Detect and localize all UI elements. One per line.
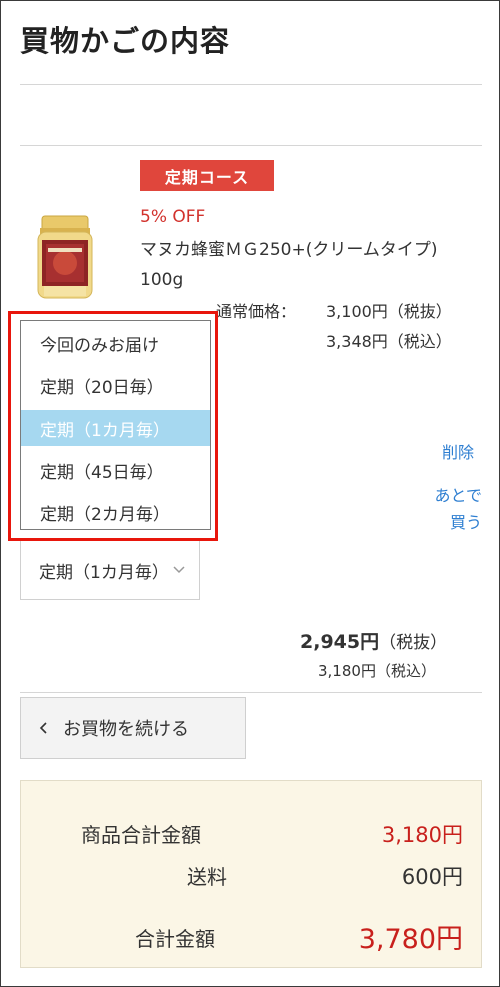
product-image[interactable] — [34, 214, 96, 302]
frequency-select-value: 定期（1カ月毎） — [39, 562, 165, 583]
page-title: 買物かごの内容 — [20, 24, 231, 58]
regular-price-label: 通常価格： — [216, 302, 297, 321]
product-total-label: 商品合計金額 — [81, 823, 201, 847]
divider — [20, 84, 482, 85]
frequency-dropdown-highlight: 今回のみお届け 定期（20日毎） 定期（1カ月毎） 定期（45日毎） 定期（2カ… — [8, 311, 218, 541]
line-subtotal-in-tax: 3,180円（税込） — [318, 662, 436, 680]
subscription-badge: 定期コース — [140, 160, 274, 191]
frequency-dropdown-list: 今回のみお届け 定期（20日毎） 定期（1カ月毎） 定期（45日毎） 定期（2カ… — [20, 320, 211, 530]
frequency-option[interactable]: 定期（20日毎） — [21, 367, 210, 403]
order-summary: 商品合計金額 3,180円 送料 600円 合計金額 3,780円 — [20, 780, 482, 968]
chevron-down-icon — [173, 566, 185, 574]
save-for-later-line1: あとで — [434, 486, 482, 505]
frequency-option[interactable]: 定期（45日毎） — [21, 452, 210, 488]
line-subtotal-tax-label: （税抜） — [379, 633, 448, 653]
honey-jar-image — [37, 215, 93, 299]
continue-shopping-button[interactable]: お買物を続ける — [20, 697, 246, 759]
save-for-later-link[interactable]: あとで 買う — [410, 482, 482, 536]
price-ex-tax: 3,100円（税抜） — [326, 302, 452, 321]
product-total-value: 3,180円 — [381, 823, 463, 847]
grand-total-label: 合計金額 — [135, 927, 215, 951]
frequency-select[interactable]: 定期（1カ月毎） — [20, 540, 200, 600]
shipping-label: 送料 — [187, 865, 227, 889]
shipping-value: 600円 — [401, 865, 463, 889]
divider — [20, 692, 482, 693]
frequency-option[interactable]: 定期（2カ月毎） — [21, 494, 210, 530]
save-for-later-line2: 買う — [449, 513, 482, 532]
line-subtotal-amount: 2,945円 — [300, 631, 380, 653]
frequency-option[interactable]: 今回のみお届け — [21, 325, 210, 361]
price-in-tax: 3,348円（税込） — [326, 332, 452, 351]
continue-shopping-label: お買物を続ける — [63, 719, 189, 740]
delete-link[interactable]: 削除 — [442, 439, 474, 463]
discount-label: 5% OFF — [140, 207, 206, 227]
divider — [20, 145, 482, 146]
product-name[interactable]: マヌカ蜂蜜ＭＧ250+(クリームタイプ) 100g — [140, 235, 480, 295]
line-subtotal: 2,945円（税抜） — [300, 627, 447, 654]
frequency-option-selected[interactable]: 定期（1カ月毎） — [21, 410, 210, 446]
grand-total-value: 3,780円 — [358, 924, 463, 955]
chevron-left-icon — [39, 722, 47, 734]
